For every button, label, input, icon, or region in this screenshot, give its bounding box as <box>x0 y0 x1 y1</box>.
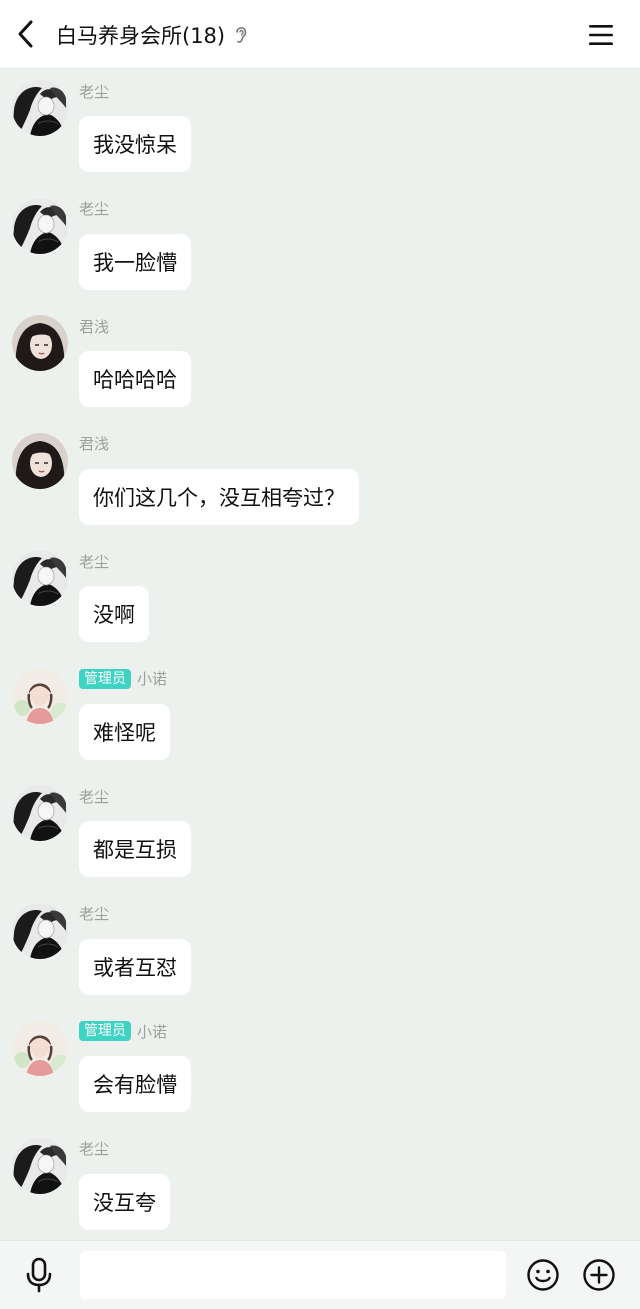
microphone-icon <box>26 1257 52 1293</box>
message-row: 君浅 哈哈哈哈 <box>0 305 640 423</box>
smiley-icon <box>527 1259 559 1291</box>
sender-line: 老尘 <box>79 1138 109 1160</box>
avatar[interactable] <box>12 432 68 489</box>
message-input[interactable] <box>80 1251 506 1299</box>
chevron-left-icon <box>18 20 33 48</box>
message-bubble[interactable]: 我没惊呆 <box>79 116 191 172</box>
message-bubble[interactable]: 我一脸懵 <box>79 233 191 290</box>
more-actions-button[interactable] <box>582 1258 616 1292</box>
message-bubble[interactable]: 你们这几个，没互相夸过？ <box>79 468 359 525</box>
emoji-button[interactable] <box>526 1258 560 1292</box>
sender-name: 老尘 <box>79 787 110 806</box>
voice-button[interactable] <box>22 1256 56 1294</box>
sender-line: 老尘 <box>79 80 109 102</box>
avatar[interactable] <box>12 1020 68 1076</box>
avatar[interactable] <box>12 550 68 606</box>
sender-line: 管理员 小诺 <box>79 668 167 690</box>
message-bubble[interactable]: 会有脸懵 <box>79 1056 191 1112</box>
input-bar <box>0 1240 640 1309</box>
sender-name: 小诺 <box>137 670 168 688</box>
avatar[interactable] <box>12 902 68 959</box>
message-bubble[interactable]: 没互夸 <box>79 1173 170 1230</box>
message-bubble[interactable]: 都是互损 <box>79 821 191 877</box>
avatar[interactable] <box>12 785 68 841</box>
message-row: 老尘 没互夸 <box>0 1128 640 1246</box>
sender-line: 老尘 <box>79 198 109 220</box>
message-bubble[interactable]: 难怪呢 <box>79 703 170 760</box>
sender-name: 君浅 <box>79 435 110 453</box>
message-bubble[interactable]: 或者互怼 <box>79 938 191 995</box>
admin-badge: 管理员 <box>79 668 131 689</box>
avatar[interactable] <box>12 1137 68 1194</box>
ear-icon <box>236 27 247 43</box>
menu-button[interactable] <box>586 22 616 48</box>
plus-circle-icon <box>583 1259 615 1291</box>
chat-header: 白马养身会所(18) <box>0 0 640 69</box>
back-button[interactable] <box>12 18 42 50</box>
sender-line: 老尘 <box>79 903 109 925</box>
avatar[interactable] <box>12 315 68 371</box>
chat-title-group[interactable]: 白马养身会所(18) <box>56 18 249 52</box>
chat-title: 白马养身会所(18) <box>56 24 226 48</box>
message-row: 老尘 我一脸懵 <box>0 188 640 306</box>
sender-line: 君浅 <box>79 433 109 455</box>
sender-name: 老尘 <box>79 905 110 923</box>
sender-name: 老尘 <box>79 82 110 101</box>
message-bubble[interactable]: 没啊 <box>79 586 149 642</box>
avatar[interactable] <box>12 197 68 254</box>
sender-name: 老尘 <box>79 200 110 218</box>
admin-badge: 管理员 <box>79 1021 131 1041</box>
sender-name: 君浅 <box>79 317 110 336</box>
message-list[interactable]: 老尘 我没惊呆 老尘 我一脸懵 君浅 哈哈哈哈 君浅 你们这几个，没互相夸过？ 老尘 没啊 管理员小… <box>0 70 640 1240</box>
message-row: 老尘 我没惊呆 <box>0 70 640 188</box>
avatar[interactable] <box>12 80 68 136</box>
sender-line: 君浅 <box>79 315 109 337</box>
sender-line: 老尘 <box>79 550 109 572</box>
message-row: 老尘 或者互怼 <box>0 893 640 1011</box>
message-bubble[interactable]: 哈哈哈哈 <box>79 351 191 407</box>
sender-name: 老尘 <box>79 1140 110 1158</box>
avatar[interactable] <box>12 667 68 724</box>
message-row: 管理员 小诺难怪呢 <box>0 658 640 776</box>
message-row: 老尘 没啊 <box>0 540 640 658</box>
sender-line: 老尘 <box>79 785 109 807</box>
sender-name: 小诺 <box>137 1022 168 1041</box>
message-row: 老尘 都是互损 <box>0 775 640 893</box>
sender-line: 管理员 小诺 <box>79 1020 167 1042</box>
message-row: 管理员 小诺会有脸懵 <box>0 1010 640 1128</box>
message-row: 君浅你们这几个，没互相夸过？ <box>0 423 640 541</box>
sender-name: 老尘 <box>79 552 110 571</box>
menu-icon <box>589 25 613 45</box>
